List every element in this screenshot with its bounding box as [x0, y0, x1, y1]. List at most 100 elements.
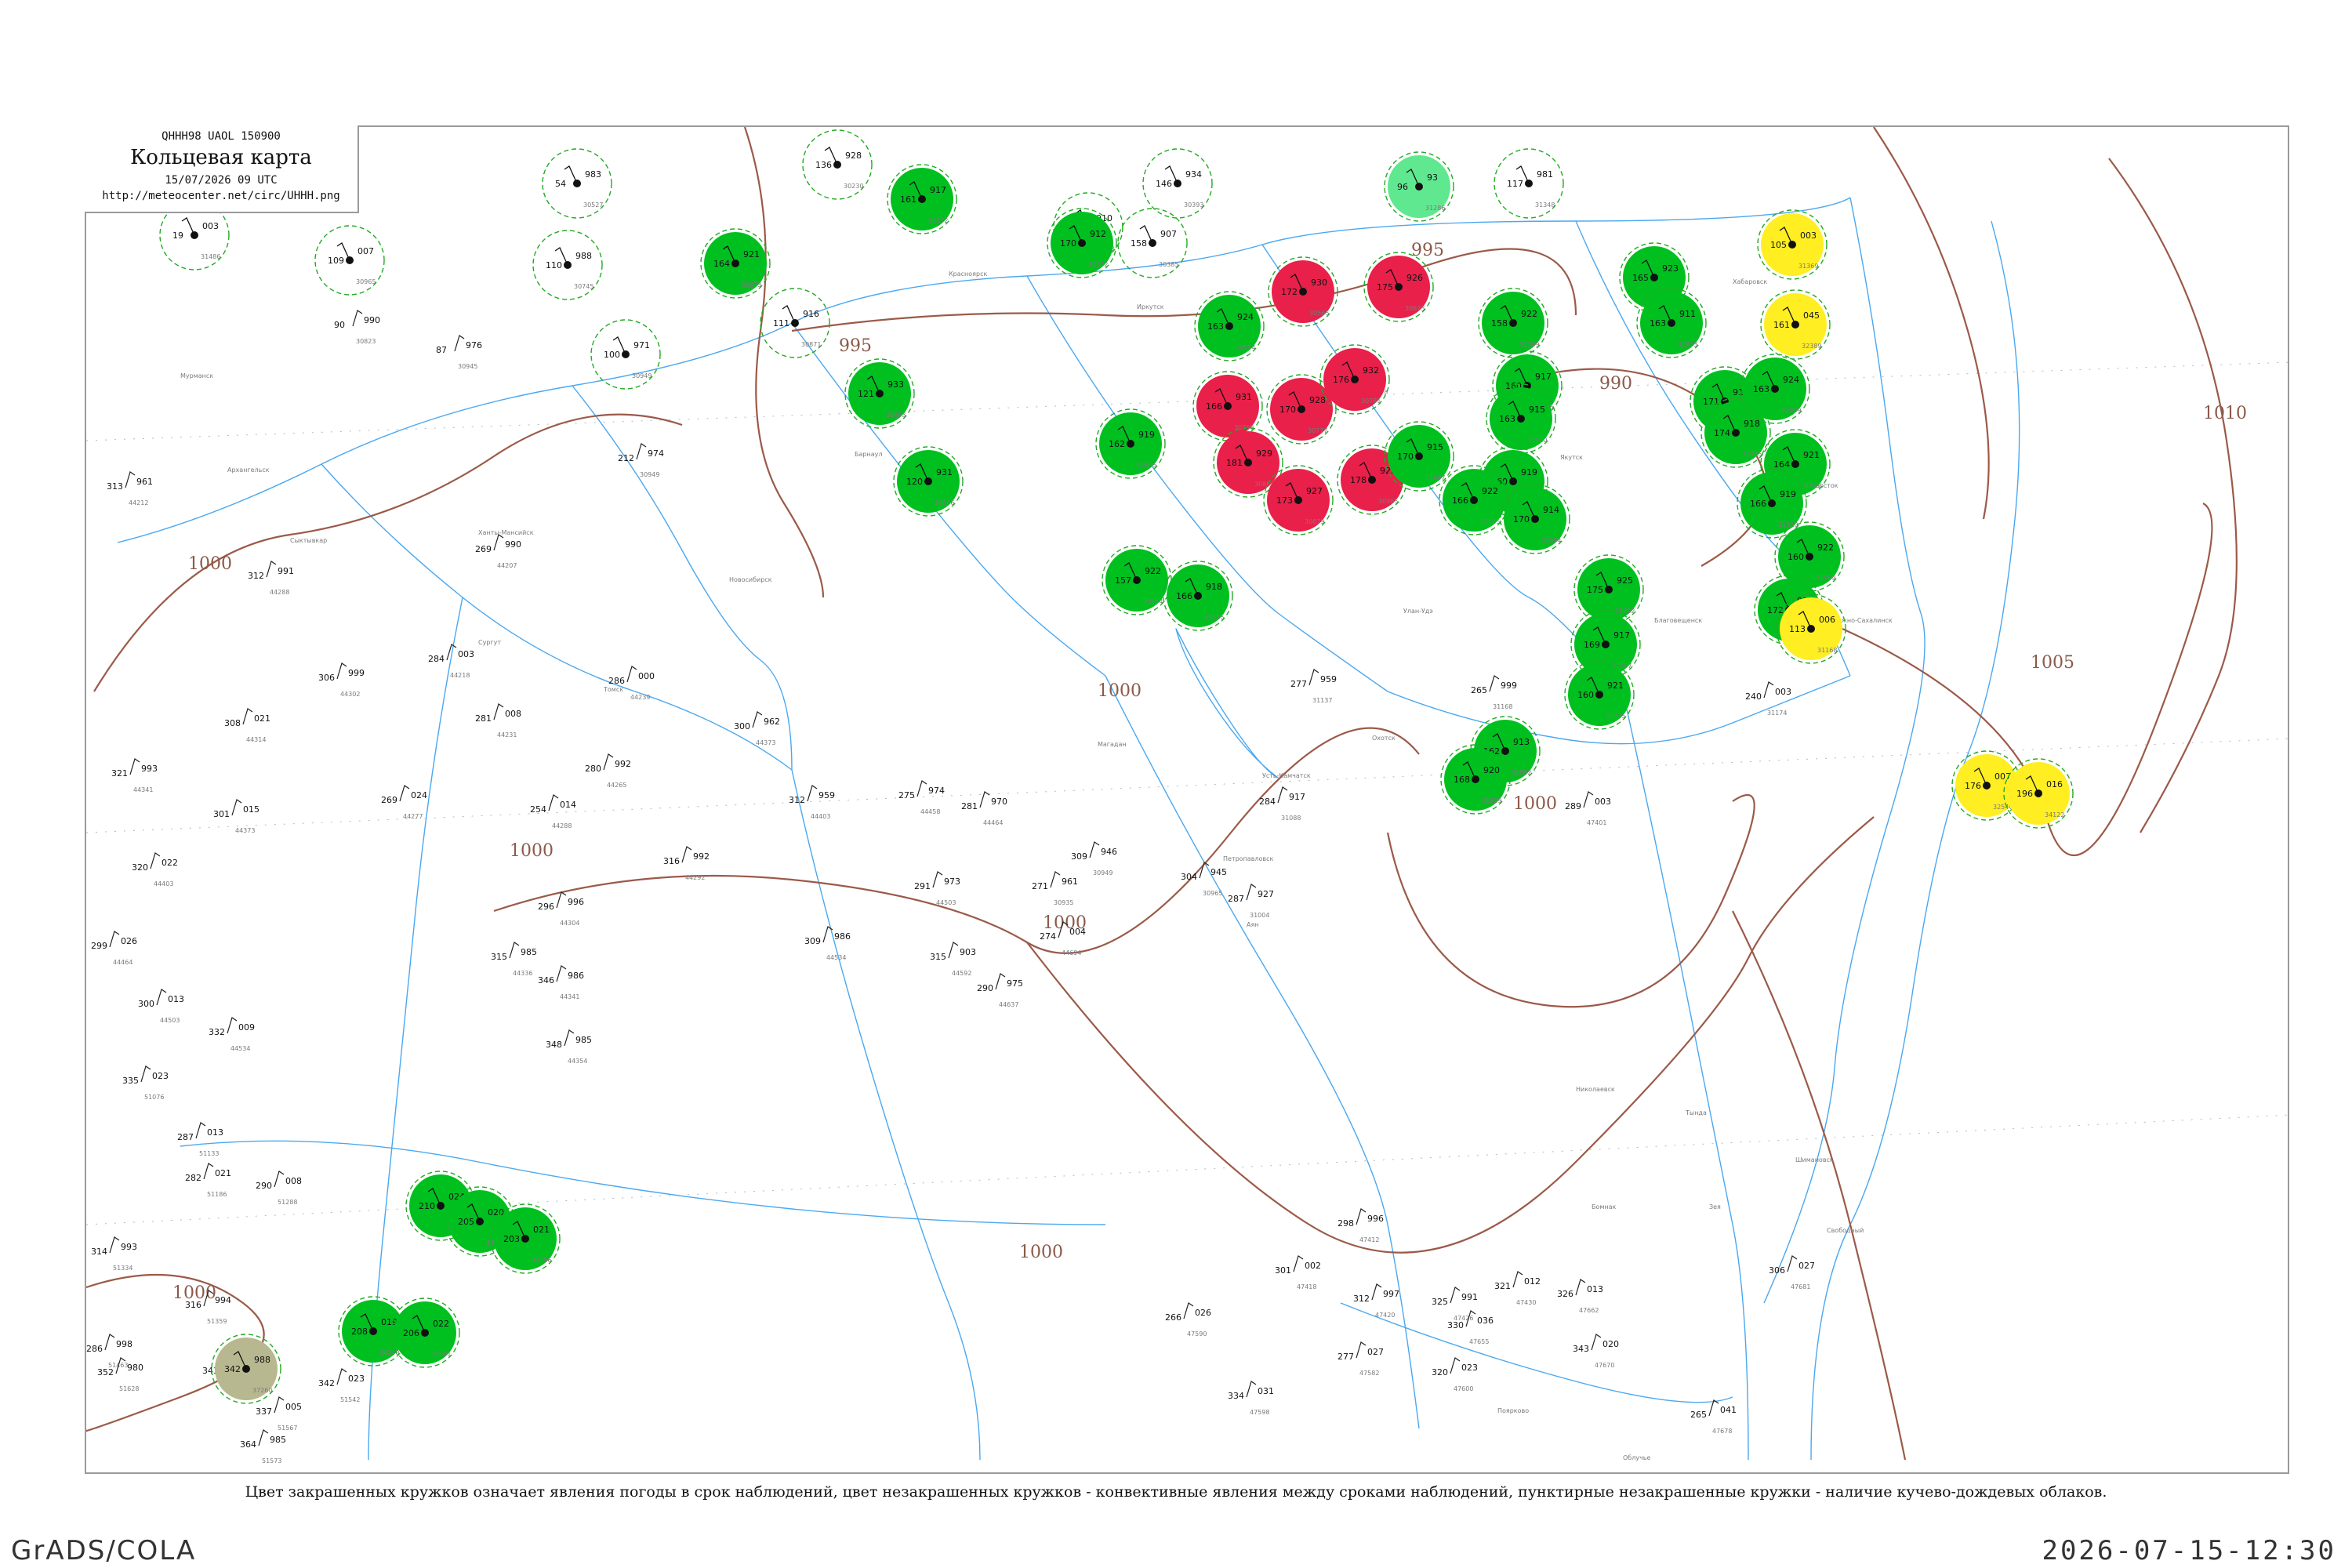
- station-plot[interactable]: 306 999 44302: [318, 662, 365, 698]
- station-plot[interactable]: 282 021 51186: [185, 1163, 231, 1198]
- station-plot[interactable]: 337 005 51567: [256, 1396, 302, 1432]
- station-circle[interactable]: 170 915 31007: [1384, 421, 1454, 492]
- station-circle[interactable]: 110 988 30745: [532, 230, 603, 300]
- station-plot[interactable]: 298 996 47412: [1338, 1208, 1384, 1243]
- station-plot[interactable]: 300 962 44373: [734, 711, 780, 746]
- station-circle[interactable]: 158 907 30385: [1117, 208, 1188, 278]
- station-plot[interactable]: 321 012 47430: [1494, 1271, 1541, 1306]
- station-plot[interactable]: 277 027 47582: [1338, 1341, 1384, 1377]
- station-plot[interactable]: 280 992 44265: [585, 753, 631, 789]
- station-plot[interactable]: 87 976 30945: [436, 335, 482, 370]
- station-plot[interactable]: 309 946 30949: [1071, 841, 1117, 877]
- station-circle[interactable]: 109 007 30965: [314, 225, 385, 296]
- station-circle[interactable]: 163 911 31873: [1636, 288, 1707, 358]
- station-plot[interactable]: 301 002 47418: [1275, 1255, 1321, 1290]
- station-plot[interactable]: 269 024 44277: [381, 785, 427, 820]
- station-plot[interactable]: 316 992 44292: [663, 846, 710, 881]
- station-plot[interactable]: 299 026 44464: [91, 931, 137, 966]
- station-plot[interactable]: 326 013 47662: [1557, 1279, 1603, 1314]
- station-circle[interactable]: 146 934 30393: [1142, 148, 1213, 219]
- station-circle[interactable]: 136 928 30230: [802, 129, 873, 200]
- station-circle[interactable]: 100 971 30949: [590, 319, 661, 390]
- station-plot[interactable]: 304 945 30965: [1181, 862, 1227, 897]
- station-circle[interactable]: 161 917 30252: [887, 164, 957, 234]
- station-plot[interactable]: 306 027 47681: [1769, 1255, 1815, 1290]
- station-plot[interactable]: 342 023 51542: [318, 1368, 365, 1403]
- station-circle[interactable]: 111 916 30871: [760, 288, 830, 358]
- station-plot[interactable]: 290 975 44637: [977, 973, 1023, 1008]
- station-circle[interactable]: 164 921 30673: [700, 228, 771, 299]
- station-circle[interactable]: 176 932 30781: [1319, 344, 1390, 415]
- map-url[interactable]: http://meteocenter.net/circ/UHHH.png: [85, 190, 358, 202]
- station-circle[interactable]: 158 922 31369: [1478, 288, 1548, 358]
- station-plot[interactable]: 321 993 44341: [111, 758, 158, 793]
- station-circle[interactable]: 120 931 30846: [893, 446, 964, 517]
- station-plot[interactable]: 286 000 44239: [608, 666, 655, 701]
- station-plot[interactable]: 275 974 44458: [898, 780, 945, 815]
- station-plot[interactable]: 334 031 47598: [1228, 1381, 1274, 1416]
- station-circle[interactable]: 105 003 31369: [1757, 209, 1828, 280]
- station-plot[interactable]: 281 008 44231: [475, 703, 521, 739]
- station-plot[interactable]: 312 991 44288: [248, 561, 294, 596]
- station-circle[interactable]: 162 919 30695: [1095, 408, 1166, 479]
- station-plot[interactable]: 320 022 44403: [132, 852, 178, 887]
- station-plot[interactable]: 301 015 44373: [213, 799, 260, 834]
- station-plot[interactable]: 286 99851463: [86, 1334, 132, 1369]
- station-plot[interactable]: 277 959 31137: [1290, 669, 1337, 704]
- station-circle[interactable]: 166 919 31950: [1737, 468, 1807, 539]
- station-plot[interactable]: 271 961 30935: [1032, 871, 1078, 906]
- station-plot[interactable]: 240 003 31174: [1745, 681, 1791, 717]
- station-circle[interactable]: 196 016 34122: [2003, 758, 2074, 829]
- station-plot[interactable]: 314 993 51334: [91, 1236, 137, 1272]
- station-plot[interactable]: 315 985 44336: [491, 942, 537, 977]
- station-plot[interactable]: 320 023 47600: [1432, 1357, 1478, 1392]
- station-plot[interactable]: 325 99147426: [1432, 1287, 1478, 1322]
- station-plot[interactable]: 265 041 47678: [1690, 1399, 1737, 1435]
- station-circle[interactable]: 96 93 31286: [1384, 151, 1454, 222]
- station-plot[interactable]: 343 020 47670: [1573, 1334, 1619, 1369]
- station-circle[interactable]: 117 981 31348: [1494, 148, 1564, 219]
- station-plot[interactable]: 313 961 44212: [107, 471, 153, 506]
- station-plot[interactable]: 287 013 51133: [177, 1122, 223, 1157]
- station-circle[interactable]: 163 924 31939: [1740, 354, 1810, 424]
- station-plot[interactable]: 308 021 44314: [224, 708, 270, 743]
- station-circle[interactable]: 166 918 30935: [1163, 561, 1233, 631]
- station-circle[interactable]: 16693130758: [1192, 371, 1263, 441]
- station-circle[interactable]: 172 930 30565: [1268, 256, 1338, 327]
- station-plot[interactable]: 266 026 47590: [1165, 1302, 1211, 1338]
- station-circle[interactable]: 121 933 30853: [844, 358, 915, 429]
- station-circle[interactable]: 161 045 32389: [1760, 289, 1831, 360]
- station-plot[interactable]: 364 985 51573: [240, 1429, 286, 1465]
- station-plot[interactable]: 284 003 44218: [428, 644, 474, 679]
- station-plot[interactable]: 265 999 31168: [1471, 675, 1517, 710]
- station-circle[interactable]: 160 921 31725: [1564, 659, 1635, 730]
- station-plot[interactable]: 315 903 44592: [930, 942, 976, 977]
- station-plot[interactable]: 281 970 44464: [961, 791, 1007, 826]
- station-plot[interactable]: 312 997 47420: [1353, 1283, 1399, 1319]
- station-circle[interactable]: 163 915 31510: [1486, 383, 1556, 454]
- station-circle[interactable]: 170 914 31594: [1500, 484, 1570, 554]
- station-plot[interactable]: 348 985 44354: [546, 1029, 592, 1065]
- station-plot[interactable]: 290 008 51288: [256, 1171, 302, 1206]
- station-plot[interactable]: 289 003 47401: [1565, 791, 1611, 826]
- station-plot[interactable]: 254 014 44288: [530, 794, 576, 829]
- station-circle[interactable]: 166 922 31585: [1439, 465, 1509, 535]
- station-plot[interactable]: 287 927 31004: [1228, 884, 1274, 919]
- station-plot[interactable]: 212 974 30949: [618, 443, 664, 478]
- station-circle[interactable]: 54 983 30527: [542, 148, 612, 219]
- station-circle[interactable]: 163 924 30554: [1194, 291, 1265, 361]
- station-plot[interactable]: 312 959 44403: [789, 785, 835, 820]
- station-circle[interactable]: 168 920 31829: [1440, 744, 1511, 815]
- station-circle[interactable]: 157 922 30554: [1102, 545, 1172, 615]
- station-plot[interactable]: 269 990 44207: [475, 534, 521, 569]
- station-plot[interactable]: 335 023 51076: [122, 1065, 169, 1101]
- station-plot[interactable]: 332 009 44534: [209, 1017, 255, 1052]
- station-plot[interactable]: 309 986 44534: [804, 926, 851, 961]
- station-circle[interactable]: 170 912 30372: [1047, 208, 1117, 278]
- station-plot[interactable]: 296 996 44304: [538, 891, 584, 927]
- station-circle[interactable]: 342 988 37260: [211, 1334, 281, 1404]
- station-plot[interactable]: 90 990 30823: [334, 310, 380, 345]
- station-circle[interactable]: 173 927 30879: [1263, 465, 1334, 535]
- station-plot[interactable]: 300 013 44503: [138, 989, 184, 1024]
- station-plot[interactable]: 346 986 44341: [538, 965, 584, 1000]
